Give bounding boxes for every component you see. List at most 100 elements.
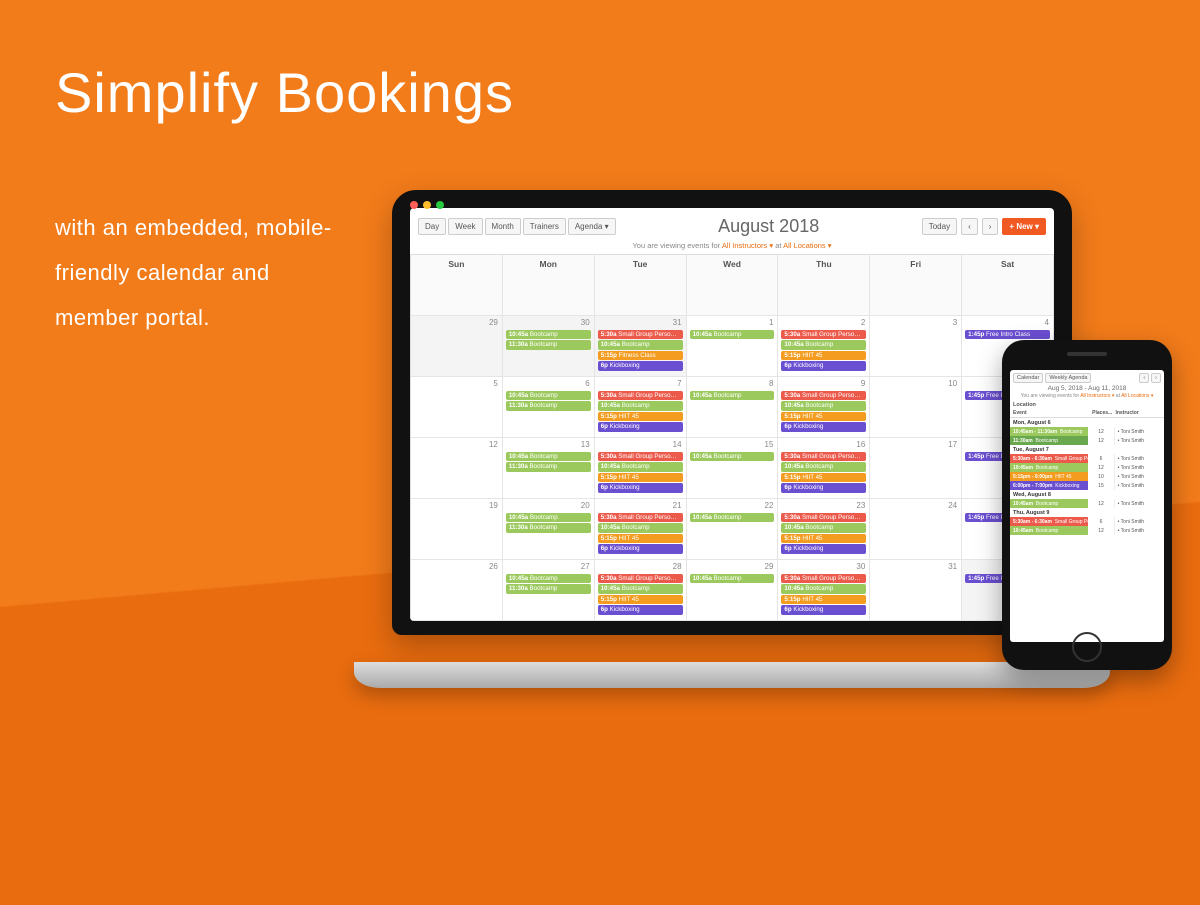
calendar-cell[interactable]: 110:45a Bootcamp [687,316,779,377]
calendar-event[interactable]: 10:45a Bootcamp [781,462,866,471]
calendar-cell[interactable]: 3 [870,316,962,377]
calendar-event[interactable]: 10:45a Bootcamp [690,574,775,583]
calendar-event[interactable]: 5:30a Small Group Personal Training [598,513,683,522]
calendar-event[interactable]: 5:30a Small Group Personal Training [598,574,683,583]
calendar-event[interactable]: 10:45a Bootcamp [506,574,591,583]
calendar-cell[interactable]: 2710:45a Bootcamp11:30a Bootcamp [503,560,595,621]
calendar-event[interactable]: 5:15p HIIT 45 [598,412,683,421]
mobile-prev-button[interactable]: ‹ [1139,373,1149,383]
calendar-cell[interactable]: 1510:45a Bootcamp [687,438,779,499]
calendar-event[interactable]: 11:30a Bootcamp [506,340,591,349]
calendar-event[interactable]: 10:45a Bootcamp [781,401,866,410]
calendar-cell[interactable]: 95:30a Small Group Personal Training10:4… [778,377,870,438]
calendar-event[interactable]: 6p Kickboxing [598,544,683,553]
calendar-cell[interactable]: 31 [870,560,962,621]
calendar-event[interactable]: 6p Kickboxing [598,361,683,370]
calendar-cell[interactable]: 25:30a Small Group Personal Training10:4… [778,316,870,377]
calendar-event[interactable]: 11:30a Bootcamp [506,523,591,532]
calendar-cell[interactable]: 29 [411,316,503,377]
mobile-agenda-row[interactable]: 5:30am - 6:30am Small Group Pers…6• Toni… [1010,454,1164,463]
prev-button[interactable]: ‹ [961,218,978,235]
next-button[interactable]: › [982,218,999,235]
calendar-cell[interactable]: 2010:45a Bootcamp11:30a Bootcamp [503,499,595,560]
new-button[interactable]: + New ▾ [1002,218,1046,235]
mobile-agenda-row[interactable]: 5:30am - 6:30am Small Group Pers…6• Toni… [1010,517,1164,526]
calendar-event[interactable]: 5:15p HIIT 45 [781,534,866,543]
mobile-filter-locations[interactable]: All Locations ▾ [1121,393,1153,399]
calendar-cell[interactable]: 5 [411,377,503,438]
calendar-event[interactable]: 10:45a Bootcamp [598,462,683,471]
calendar-event[interactable]: 5:15p Fitness Class [598,351,683,360]
calendar-event[interactable]: 10:45a Bootcamp [598,523,683,532]
calendar-cell[interactable]: 12 [411,438,503,499]
mobile-agenda-row[interactable]: 10:45am Bootcamp12• Toni Smith [1010,463,1164,472]
calendar-cell[interactable]: 24 [870,499,962,560]
calendar-cell[interactable]: 810:45a Bootcamp [687,377,779,438]
calendar-event[interactable]: 10:45a Bootcamp [506,391,591,400]
view-month-button[interactable]: Month [485,218,521,235]
calendar-event[interactable]: 5:30a Small Group Personal Training [781,391,866,400]
calendar-cell[interactable]: 75:30a Small Group Personal Training10:4… [595,377,687,438]
calendar-event[interactable]: 10:45a Bootcamp [781,340,866,349]
view-week-button[interactable]: Week [448,218,482,235]
calendar-cell[interactable]: 315:30a Small Group Personal Training10:… [595,316,687,377]
calendar-cell[interactable]: 610:45a Bootcamp11:30a Bootcamp [503,377,595,438]
calendar-event[interactable]: 5:15p HIIT 45 [781,473,866,482]
calendar-event[interactable]: 10:45a Bootcamp [690,452,775,461]
calendar-event[interactable]: 10:45a Bootcamp [690,391,775,400]
calendar-event[interactable]: 5:15p HIIT 45 [781,412,866,421]
calendar-event[interactable]: 5:30a Small Group Personal Training [598,391,683,400]
calendar-event[interactable]: 6p Kickboxing [598,605,683,614]
calendar-cell[interactable]: 165:30a Small Group Personal Training10:… [778,438,870,499]
calendar-event[interactable]: 6p Kickboxing [781,483,866,492]
calendar-event[interactable]: 6p Kickboxing [781,422,866,431]
calendar-cell[interactable]: 215:30a Small Group Personal Training10:… [595,499,687,560]
view-trainers-button[interactable]: Trainers [523,218,566,235]
calendar-event[interactable]: 11:30a Bootcamp [506,462,591,471]
calendar-event[interactable]: 10:45a Bootcamp [506,513,591,522]
calendar-event[interactable]: 6p Kickboxing [781,605,866,614]
mobile-agenda-row[interactable]: 11:30am Bootcamp12• Toni Smith [1010,436,1164,445]
calendar-event[interactable]: 5:15p HIIT 45 [598,595,683,604]
calendar-event[interactable]: 10:45a Bootcamp [598,401,683,410]
mobile-agenda-row[interactable]: 10:45am - 11:30am Bootcamp12• Toni Smith [1010,427,1164,436]
calendar-event[interactable]: 5:30a Small Group Personal Training [598,330,683,339]
calendar-event[interactable]: 10:45a Bootcamp [781,584,866,593]
calendar-event[interactable]: 5:15p HIIT 45 [598,534,683,543]
calendar-cell[interactable]: 2210:45a Bootcamp [687,499,779,560]
filter-locations[interactable]: All Locations ▾ [783,241,831,250]
calendar-event[interactable]: 5:30a Small Group Personal Training [781,452,866,461]
calendar-event[interactable]: 10:45a Bootcamp [781,523,866,532]
calendar-event[interactable]: 10:45a Bootcamp [598,584,683,593]
calendar-event[interactable]: 10:45a Bootcamp [690,513,775,522]
calendar-event[interactable]: 6p Kickboxing [598,483,683,492]
mobile-agenda-row[interactable]: 6:00pm - 7:00pm Kickboxing15• Toni Smith [1010,481,1164,490]
filter-instructors[interactable]: All Instructors ▾ [722,241,773,250]
mobile-agenda-row[interactable]: 5:15pm - 6:00pm HIIT 4510• Toni Smith [1010,472,1164,481]
calendar-event[interactable]: 5:30a Small Group Personal Training [781,330,866,339]
mobile-filter-instructors[interactable]: All Instructors ▾ [1080,393,1114,399]
mobile-agenda-button[interactable]: Weekly Agenda [1045,373,1091,383]
calendar-event[interactable]: 6p Kickboxing [781,361,866,370]
calendar-event[interactable]: 5:30a Small Group Personal Training [781,513,866,522]
calendar-event[interactable]: 11:30a Bootcamp [506,584,591,593]
mobile-next-button[interactable]: › [1151,373,1161,383]
calendar-event[interactable]: 1:45p Free Intro Class [965,330,1050,339]
calendar-event[interactable]: 5:30a Small Group Personal Training [781,574,866,583]
calendar-event[interactable]: 5:15p HIIT 45 [598,473,683,482]
calendar-cell[interactable]: 145:30a Small Group Personal Training10:… [595,438,687,499]
calendar-event[interactable]: 5:30a Small Group Personal Training [598,452,683,461]
calendar-cell[interactable]: 19 [411,499,503,560]
calendar-cell[interactable]: 305:30a Small Group Personal Training10:… [778,560,870,621]
view-agenda-button[interactable]: Agenda ▾ [568,218,616,235]
calendar-event[interactable]: 10:45a Bootcamp [506,452,591,461]
calendar-cell[interactable]: 1310:45a Bootcamp11:30a Bootcamp [503,438,595,499]
calendar-event[interactable]: 10:45a Bootcamp [598,340,683,349]
calendar-event[interactable]: 10:45a Bootcamp [506,330,591,339]
calendar-cell[interactable]: 26 [411,560,503,621]
calendar-event[interactable]: 6p Kickboxing [781,544,866,553]
calendar-cell[interactable]: 17 [870,438,962,499]
calendar-event[interactable]: 11:30a Bootcamp [506,401,591,410]
view-day-button[interactable]: Day [418,218,446,235]
mobile-agenda-row[interactable]: 10:45am Bootcamp12• Toni Smith [1010,526,1164,535]
